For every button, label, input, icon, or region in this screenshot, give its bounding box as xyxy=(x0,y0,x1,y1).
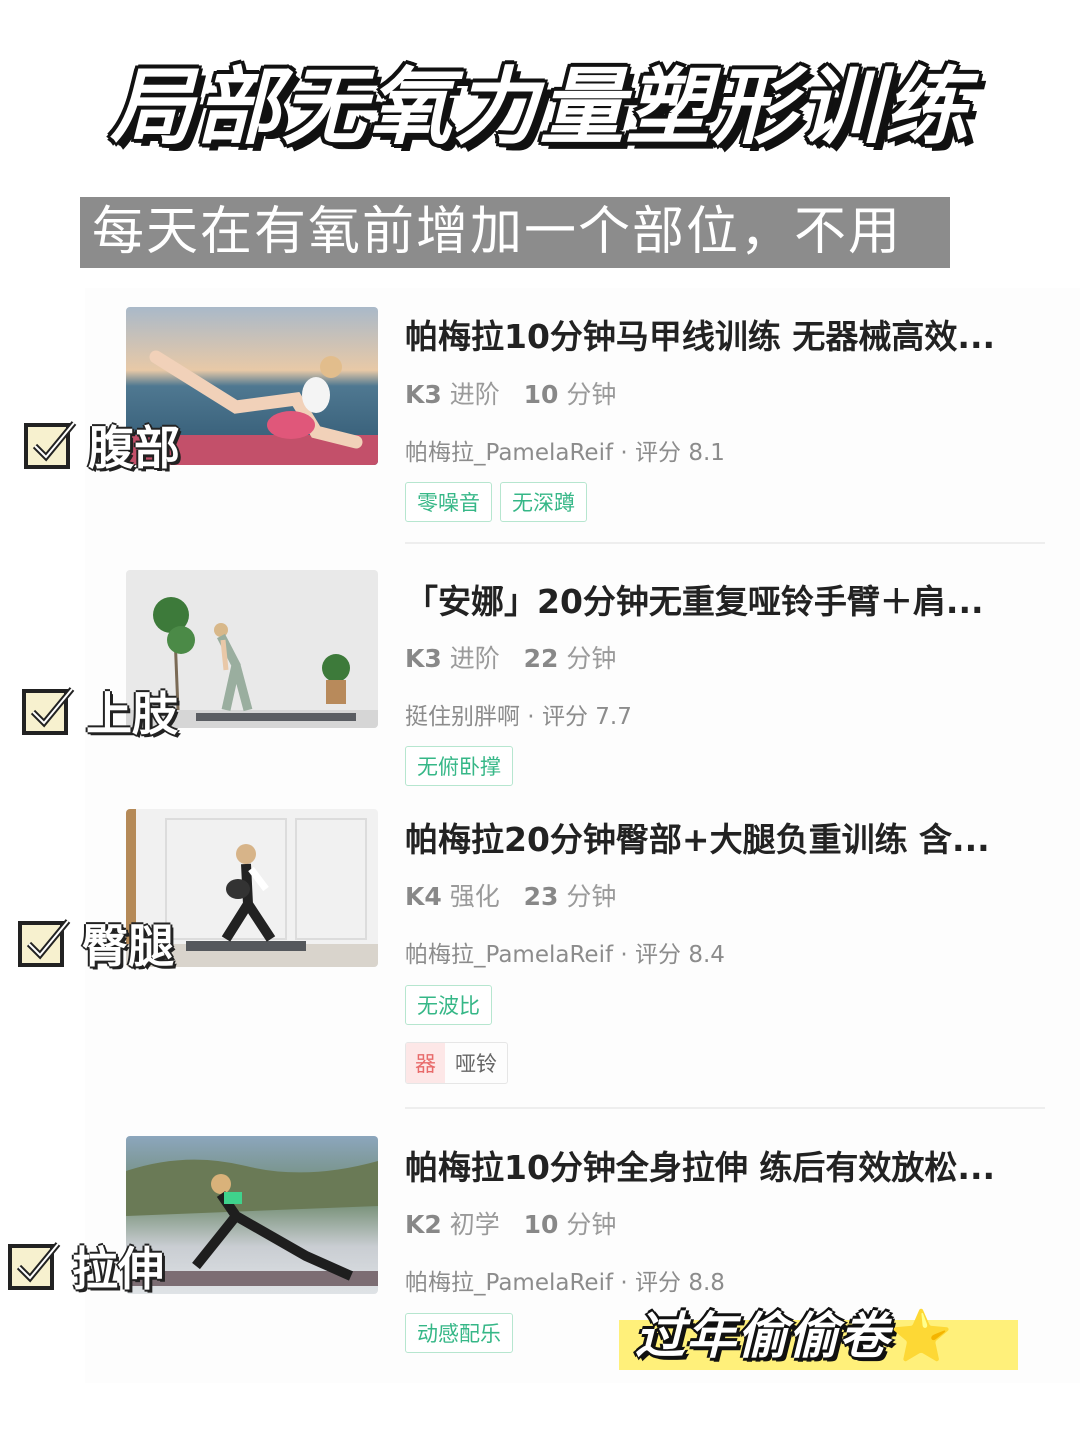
level-name: 进阶 xyxy=(449,380,500,409)
author-name[interactable]: 挺住别胖啊 xyxy=(405,704,520,730)
body-part-text: 腹部 xyxy=(88,421,180,475)
checkbox-checked-icon xyxy=(8,1242,61,1290)
body-part-label: 拉伸 xyxy=(6,1233,164,1299)
body-part-text: 上肢 xyxy=(86,687,178,741)
workout-meta: K3 进阶 22 分钟 xyxy=(405,639,616,675)
workout-meta: K2 初学 10 分钟 xyxy=(405,1205,616,1241)
duration-value: 10 xyxy=(523,1210,559,1239)
checkbox-checked-icon xyxy=(22,687,75,735)
divider xyxy=(405,1107,1045,1109)
tag: 无深蹲 xyxy=(500,482,587,522)
duration-unit: 分钟 xyxy=(566,644,617,673)
body-part-text: 拉伸 xyxy=(72,1242,164,1296)
equipment-icon: 器 xyxy=(406,1043,445,1083)
tag: 动感配乐 xyxy=(405,1313,513,1353)
tag-list: 无波比 xyxy=(405,985,492,1025)
author-rating: 帕梅拉_PamelaReif · 评分 8.1 xyxy=(405,440,725,466)
author-rating: 帕梅拉_PamelaReif · 评分 8.4 xyxy=(405,942,725,968)
author-name[interactable]: 帕梅拉_PamelaReif xyxy=(405,942,613,968)
author-rating: 帕梅拉_PamelaReif · 评分 8.8 xyxy=(405,1270,725,1296)
workout-title[interactable]: 帕梅拉20分钟臀部+大腿负重训练 含... xyxy=(405,813,1045,861)
rating-value: 7.7 xyxy=(595,704,632,730)
level-code: K4 xyxy=(405,882,442,911)
level-code: K3 xyxy=(405,644,442,673)
duration-value: 22 xyxy=(523,644,559,673)
equipment-badge: 器 哑铃 xyxy=(405,1042,508,1084)
tag: 零噪音 xyxy=(405,482,492,522)
rating-value: 8.8 xyxy=(688,1270,725,1296)
workout-meta: K4 强化 23 分钟 xyxy=(405,877,616,913)
rating-label: 评分 xyxy=(635,1270,681,1296)
equipment-name: 哑铃 xyxy=(455,1052,497,1076)
level-name: 强化 xyxy=(449,882,500,911)
tag: 无波比 xyxy=(405,985,492,1025)
page-subtitle: 每天在有氧前增加一个部位，不用多 xyxy=(80,197,950,333)
duration-unit: 分钟 xyxy=(566,1210,617,1239)
tag-list: 动感配乐 xyxy=(405,1313,513,1353)
workout-title[interactable]: 「安娜」20分钟无重复哑铃手臂＋肩... xyxy=(405,575,1045,623)
level-name: 进阶 xyxy=(449,644,500,673)
duration-unit: 分钟 xyxy=(566,882,617,911)
body-part-text: 臀腿 xyxy=(82,919,174,973)
checkbox-checked-icon xyxy=(18,919,71,967)
body-part-label: 腹部 xyxy=(22,412,180,478)
workout-meta: K3 进阶 10 分钟 xyxy=(405,375,616,411)
checkbox-checked-icon xyxy=(24,421,77,469)
level-code: K3 xyxy=(405,380,442,409)
rating-value: 8.1 xyxy=(688,440,725,466)
tag-list: 零噪音 无深蹲 xyxy=(405,482,587,522)
body-part-label: 臀腿 xyxy=(16,910,174,976)
tag: 无俯卧撑 xyxy=(405,746,513,786)
body-part-label: 上肢 xyxy=(20,678,178,744)
page-title: 局部无氧力量塑形训练 xyxy=(109,58,970,156)
rating-value: 8.4 xyxy=(688,942,725,968)
rating-label: 评分 xyxy=(541,704,588,730)
stamp-caption: 过年偷偷卷⭐ xyxy=(635,1296,953,1368)
duration-value: 23 xyxy=(523,882,559,911)
duration-unit: 分钟 xyxy=(566,380,617,409)
level-code: K2 xyxy=(405,1210,442,1239)
divider xyxy=(405,542,1045,544)
star-icon: ⭐ xyxy=(890,1307,954,1365)
author-rating: 挺住别胖啊 · 评分 7.7 xyxy=(405,704,632,730)
level-name: 初学 xyxy=(449,1210,500,1239)
rating-label: 评分 xyxy=(635,440,681,466)
rating-label: 评分 xyxy=(635,942,681,968)
duration-value: 10 xyxy=(523,380,559,409)
author-name[interactable]: 帕梅拉_PamelaReif xyxy=(405,440,613,466)
stamp-text: 过年偷偷卷 xyxy=(635,1307,890,1365)
author-name[interactable]: 帕梅拉_PamelaReif xyxy=(405,1270,613,1296)
workout-title[interactable]: 帕梅拉10分钟马甲线训练 无器械高效... xyxy=(405,310,1045,358)
workout-title[interactable]: 帕梅拉10分钟全身拉伸 练后有效放松... xyxy=(405,1141,1045,1189)
tag-list: 无俯卧撑 xyxy=(405,746,513,786)
